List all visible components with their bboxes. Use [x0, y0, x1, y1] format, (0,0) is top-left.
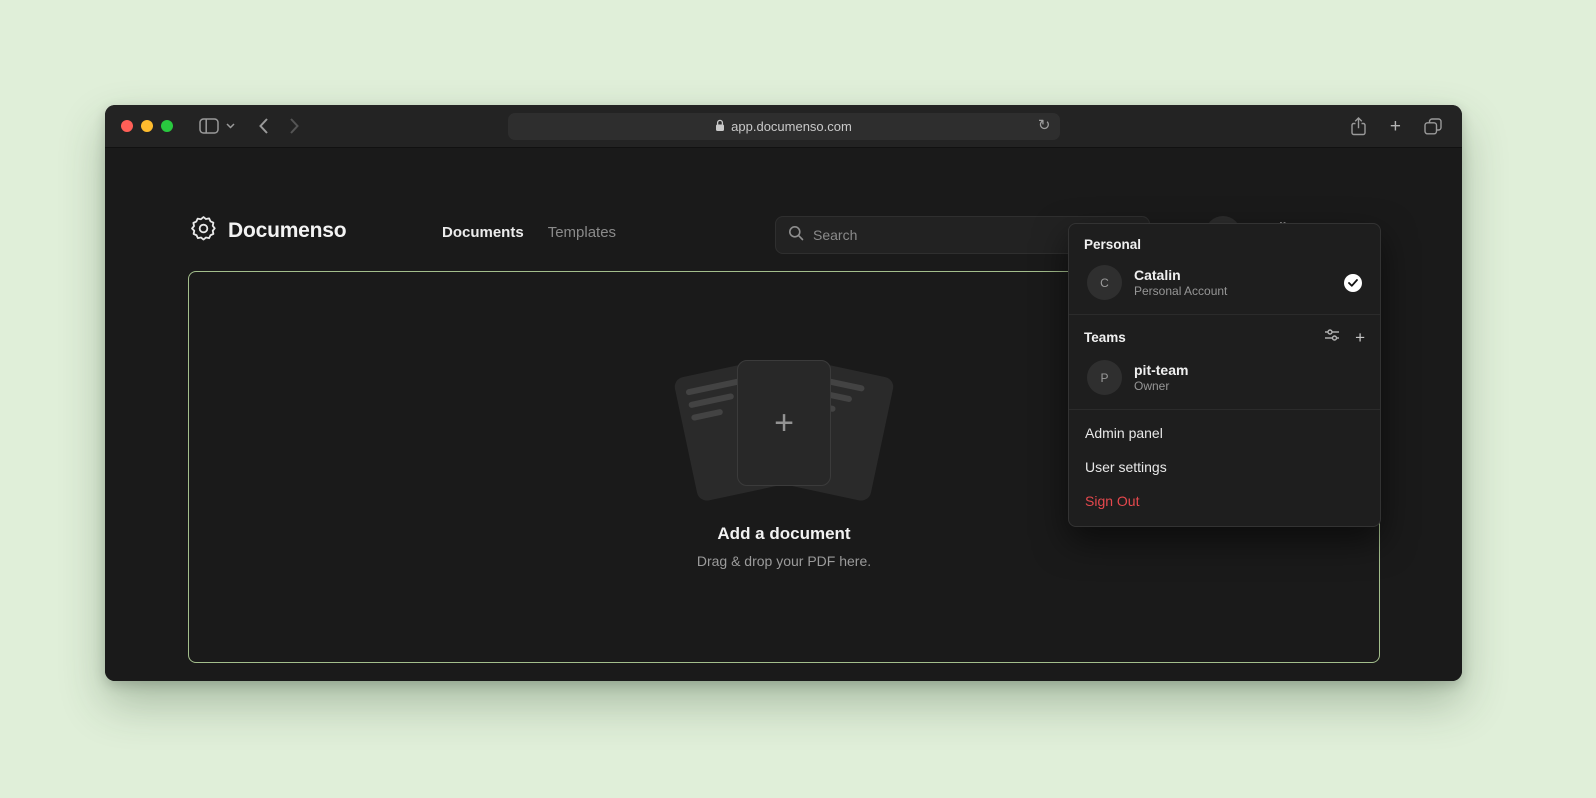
back-button[interactable]	[259, 118, 268, 134]
search-input[interactable]	[813, 227, 1090, 243]
selected-check-icon	[1344, 274, 1362, 292]
menu-links: Admin panel User settings Sign Out	[1069, 410, 1380, 526]
zoom-window-button[interactable]	[161, 120, 173, 132]
brand[interactable]: Documenso	[190, 215, 346, 247]
documents-illustration: +	[669, 360, 899, 500]
personal-avatar: C	[1087, 265, 1122, 300]
menu-item-sign-out[interactable]: Sign Out	[1069, 484, 1380, 518]
brand-name: Documenso	[228, 219, 346, 243]
documenso-page: Documenso Documents Templates ⌘+K C Cata…	[105, 149, 1462, 681]
team-role: Owner	[1134, 379, 1188, 394]
menu-item-admin-panel[interactable]: Admin panel	[1069, 416, 1380, 450]
illustration-card-center: +	[737, 360, 831, 486]
close-window-button[interactable]	[121, 120, 133, 132]
minimize-window-button[interactable]	[141, 120, 153, 132]
personal-section-label: Personal	[1084, 237, 1365, 252]
browser-window: app.documenso.com ↻ + Documenso Document…	[105, 105, 1462, 681]
teams-section-label: Teams	[1084, 330, 1126, 345]
team-avatar: P	[1087, 360, 1122, 395]
traffic-lights	[121, 120, 173, 132]
menu-item-user-settings[interactable]: User settings	[1069, 450, 1380, 484]
sidebar-toggle-icon[interactable]	[199, 118, 219, 134]
share-icon[interactable]	[1350, 117, 1367, 136]
lock-icon	[715, 119, 725, 135]
reload-icon[interactable]: ↻	[1038, 116, 1051, 136]
url-bar[interactable]: app.documenso.com ↻	[508, 113, 1060, 140]
team-item[interactable]: P pit-team Owner	[1084, 354, 1365, 397]
tab-overview-icon[interactable]	[1424, 118, 1442, 135]
manage-teams-icon[interactable]	[1324, 328, 1340, 347]
menu-section-personal: Personal C Catalin Personal Account	[1069, 224, 1380, 314]
nav-templates[interactable]: Templates	[548, 224, 616, 241]
titlebar-chevron-down-icon[interactable]	[226, 123, 235, 129]
dropzone-title: Add a document	[189, 524, 1379, 544]
dropzone-subtitle: Drag & drop your PDF here.	[189, 553, 1379, 569]
titlebar-right-actions: +	[1350, 105, 1442, 148]
team-name: pit-team	[1134, 362, 1188, 379]
menu-section-teams: Teams + P pit-team Owner	[1069, 315, 1380, 409]
account-dropdown-menu: Personal C Catalin Personal Account Team…	[1068, 223, 1381, 527]
nav-documents[interactable]: Documents	[442, 224, 524, 241]
forward-button[interactable]	[290, 118, 299, 134]
personal-subtitle: Personal Account	[1134, 284, 1227, 299]
personal-name: Catalin	[1134, 267, 1227, 284]
search-icon	[788, 225, 804, 246]
new-tab-button[interactable]: +	[1390, 117, 1401, 136]
url-text: app.documenso.com	[731, 119, 852, 134]
documenso-logo-icon	[190, 215, 217, 247]
browser-titlebar: app.documenso.com ↻ +	[105, 105, 1462, 148]
plus-icon: +	[774, 406, 794, 440]
add-team-button[interactable]: +	[1355, 329, 1365, 346]
personal-account-item[interactable]: C Catalin Personal Account	[1084, 259, 1365, 302]
main-nav: Documents Templates	[442, 224, 616, 241]
